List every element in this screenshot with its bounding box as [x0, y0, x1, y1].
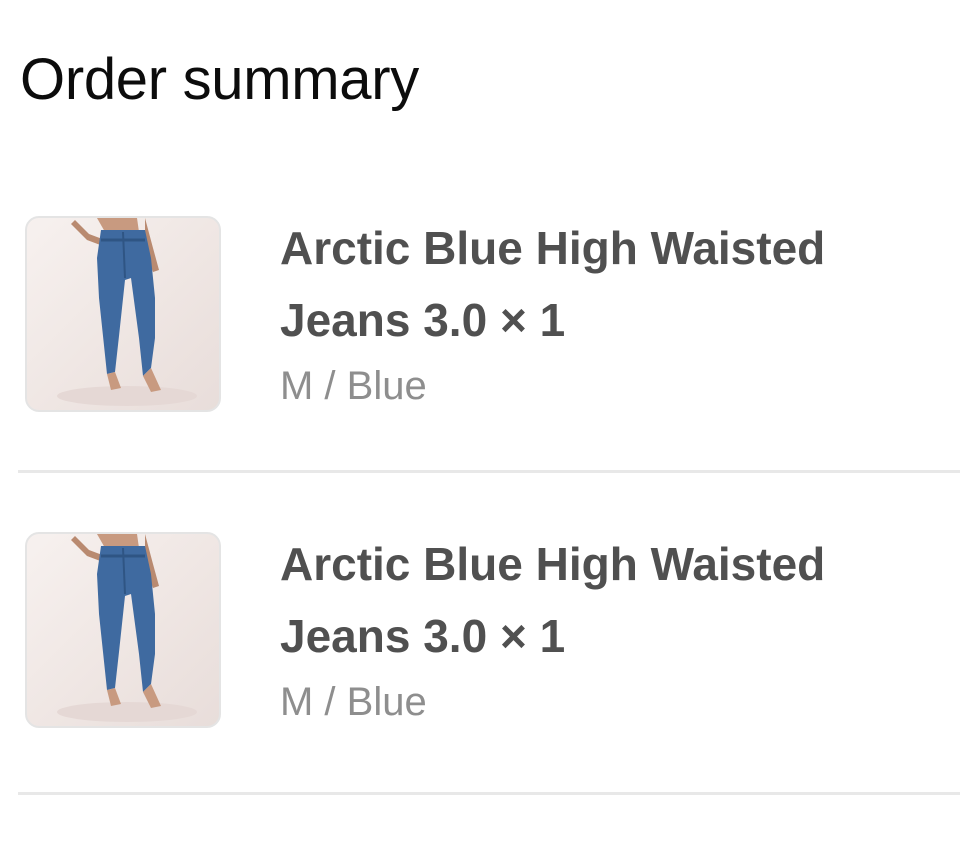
product-name: Arctic Blue High Waisted Jeans 3.0 × 1 [280, 212, 920, 356]
order-summary-page: Order summary Arctic Blue High Waisted J… [0, 0, 960, 848]
product-image [25, 532, 221, 728]
product-variant: M / Blue [280, 364, 427, 408]
line-item[interactable]: Arctic Blue High Waisted Jeans 3.0 × 1 M… [0, 216, 960, 416]
product-name-line: Arctic Blue High Waisted [280, 222, 826, 274]
product-variant: M / Blue [280, 680, 427, 724]
divider [18, 470, 960, 473]
jeans-figure-icon [57, 534, 197, 722]
product-name-line: Arctic Blue High Waisted [280, 538, 826, 590]
page-title: Order summary [20, 47, 419, 112]
divider [18, 792, 960, 795]
product-name: Arctic Blue High Waisted Jeans 3.0 × 1 [280, 528, 920, 672]
product-name-quantity-line: Jeans 3.0 × 1 [280, 294, 566, 346]
jeans-figure-icon [57, 218, 197, 406]
product-name-quantity-line: Jeans 3.0 × 1 [280, 610, 566, 662]
line-item[interactable]: Arctic Blue High Waisted Jeans 3.0 × 1 M… [0, 532, 960, 732]
product-image [25, 216, 221, 412]
